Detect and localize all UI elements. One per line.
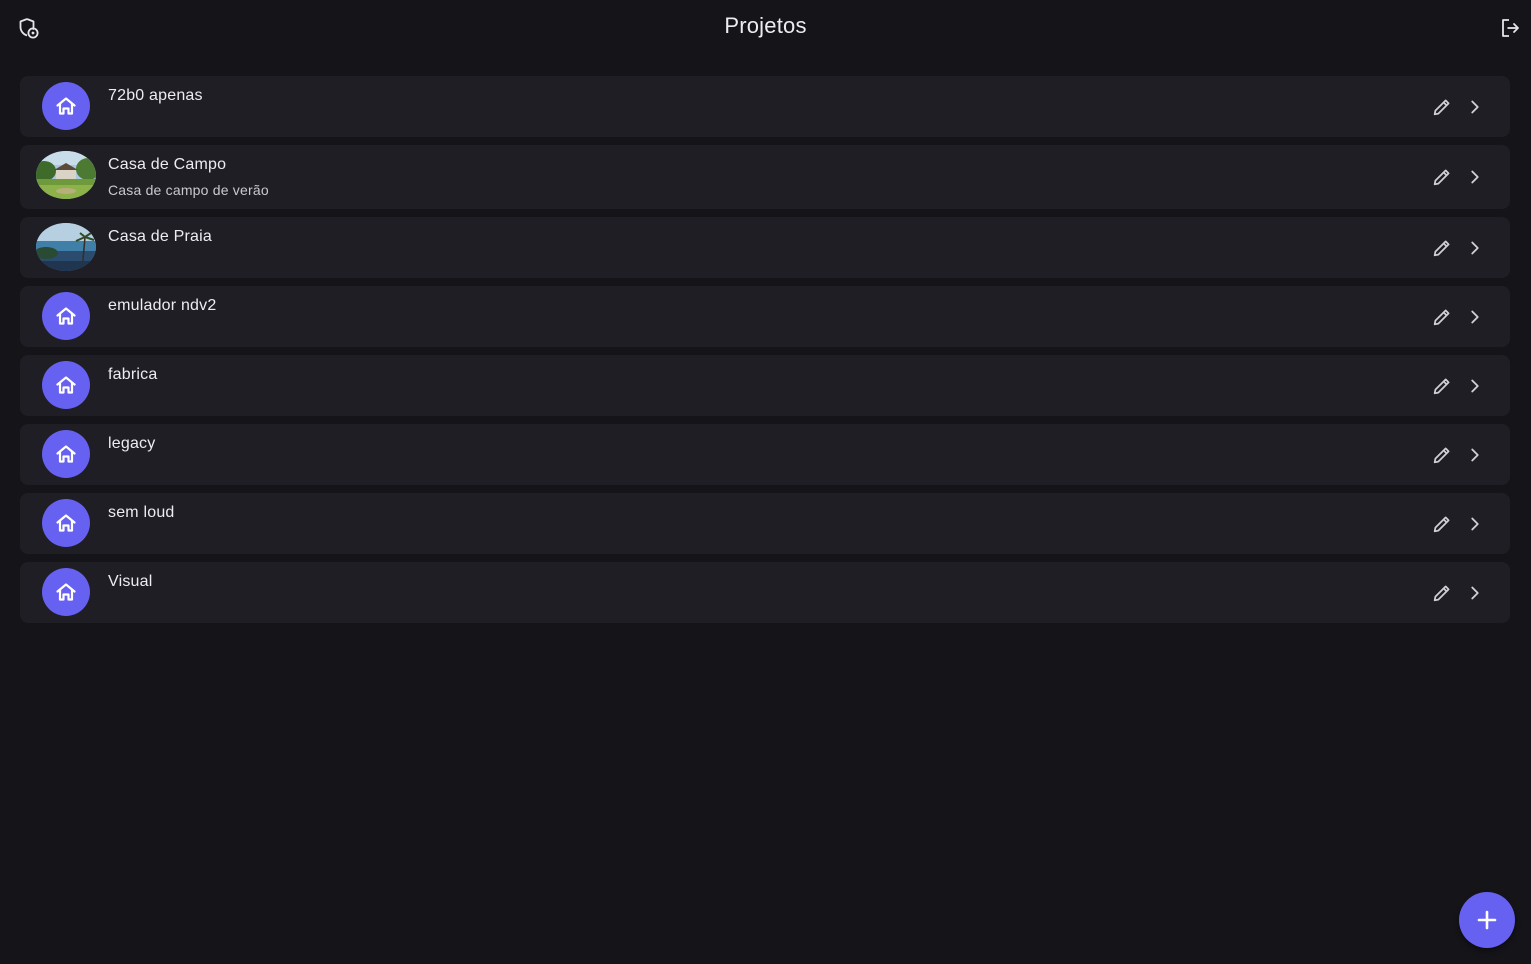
project-avatar — [42, 82, 90, 130]
project-list: 72b0 apenas Casa de Campo Casa de campo de… — [20, 76, 1510, 631]
edit-pencil-icon — [1433, 99, 1450, 115]
project-name: Casa de Praia — [108, 228, 212, 245]
project-avatar — [42, 499, 90, 547]
project-description: Casa de campo de verão — [108, 182, 269, 198]
home-icon — [56, 583, 76, 601]
open-project-chevron[interactable] — [1463, 305, 1487, 329]
edit-pencil-icon — [1433, 240, 1450, 256]
open-project-chevron[interactable] — [1463, 512, 1487, 536]
chevron-right-icon — [1471, 586, 1479, 599]
project-avatar — [42, 292, 90, 340]
page-title: Projetos — [724, 13, 807, 38]
project-list-item[interactable]: fabrica — [20, 355, 1510, 416]
edit-pencil-icon — [1433, 585, 1450, 601]
app-root: Projetos 72b0 apenas Casa de Campo Casa de… — [0, 0, 1531, 964]
chevron-right-icon — [1471, 448, 1479, 461]
chevron-right-icon — [1471, 310, 1479, 323]
logout-button[interactable] — [1498, 16, 1522, 40]
plus-icon — [1477, 910, 1497, 930]
project-name: Visual — [108, 573, 153, 590]
project-photo — [36, 151, 96, 199]
project-name: emulador ndv2 — [108, 297, 217, 314]
open-project-chevron[interactable] — [1463, 581, 1487, 605]
edit-project-button[interactable] — [1430, 581, 1454, 605]
edit-project-button[interactable] — [1430, 305, 1454, 329]
chevron-right-icon — [1471, 517, 1479, 530]
edit-pencil-icon — [1433, 378, 1450, 394]
edit-project-button[interactable] — [1430, 512, 1454, 536]
home-icon — [56, 376, 76, 394]
project-list-item[interactable]: Casa de Campo Casa de campo de verão — [20, 145, 1510, 209]
home-icon — [56, 514, 76, 532]
logout-icon — [1502, 19, 1519, 37]
open-project-chevron[interactable] — [1463, 236, 1487, 260]
edit-pencil-icon — [1433, 516, 1450, 532]
edit-project-button[interactable] — [1430, 236, 1454, 260]
chevron-right-icon — [1471, 379, 1479, 392]
project-list-item[interactable]: legacy — [20, 424, 1510, 485]
project-list-item[interactable]: sem loud — [20, 493, 1510, 554]
chevron-right-icon — [1471, 170, 1479, 184]
top-bar: Projetos — [0, 0, 1531, 56]
open-project-chevron[interactable] — [1463, 443, 1487, 467]
project-avatar — [42, 361, 90, 409]
home-icon — [56, 445, 76, 463]
edit-pencil-icon — [1433, 447, 1450, 463]
edit-pencil-icon — [1433, 309, 1450, 325]
edit-project-button[interactable] — [1430, 95, 1454, 119]
open-project-chevron[interactable] — [1463, 95, 1487, 119]
home-icon — [56, 97, 76, 115]
project-name: Casa de Campo — [108, 156, 227, 173]
project-name: fabrica — [108, 366, 158, 383]
project-list-item[interactable]: Casa de Praia — [20, 217, 1510, 278]
home-icon — [56, 307, 76, 325]
edit-project-button[interactable] — [1430, 374, 1454, 398]
project-avatar — [42, 430, 90, 478]
project-avatar — [42, 568, 90, 616]
beach-photo — [36, 223, 96, 271]
open-project-chevron[interactable] — [1463, 165, 1487, 189]
project-photo — [36, 223, 96, 271]
project-list-item[interactable]: emulador ndv2 — [20, 286, 1510, 347]
chevron-right-icon — [1471, 100, 1479, 113]
chevron-right-icon — [1471, 241, 1479, 254]
edit-pencil-icon — [1433, 169, 1450, 186]
project-list-item[interactable]: 72b0 apenas — [20, 76, 1510, 137]
countryside-photo — [36, 151, 96, 199]
project-name: sem loud — [108, 504, 175, 521]
project-list-item[interactable]: Visual — [20, 562, 1510, 623]
edit-project-button[interactable] — [1430, 165, 1454, 189]
open-project-chevron[interactable] — [1463, 374, 1487, 398]
edit-project-button[interactable] — [1430, 443, 1454, 467]
project-name: legacy — [108, 435, 156, 452]
add-project-button[interactable] — [1459, 892, 1515, 948]
project-name: 72b0 apenas — [108, 87, 203, 104]
